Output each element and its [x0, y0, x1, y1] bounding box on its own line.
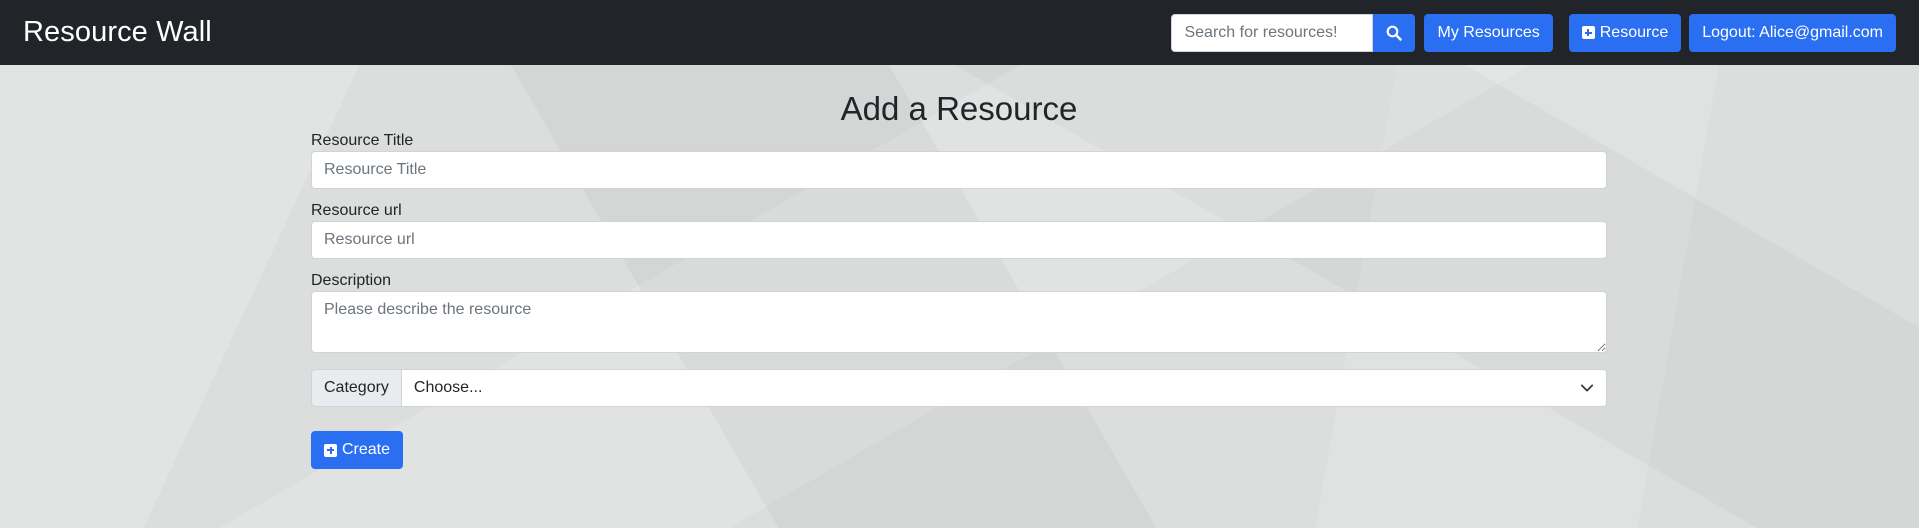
logout-label: Logout: Alice@gmail.com [1702, 23, 1883, 41]
resource-url-input[interactable] [311, 221, 1607, 259]
description-label: Description [311, 272, 392, 289]
create-button[interactable]: Create [311, 431, 404, 469]
resource-url-label: Resource url [311, 202, 402, 219]
my-resources-button[interactable]: My Resources [1424, 13, 1553, 52]
navbar: Resource Wall My Resources Resource Logo… [0, 0, 1919, 65]
category-label: Category [311, 369, 402, 407]
search-button[interactable] [1373, 13, 1416, 52]
add-resource-button[interactable]: Resource [1568, 13, 1682, 52]
navbar-actions: My Resources Resource Logout: Alice@gmai… [1171, 13, 1896, 52]
my-resources-label: My Resources [1437, 23, 1540, 41]
search-input[interactable] [1171, 13, 1374, 52]
brand-title[interactable]: Resource Wall [23, 16, 212, 49]
plus-square-icon [324, 443, 337, 457]
plus-square-icon [1581, 26, 1595, 39]
resource-title-label: Resource Title [311, 132, 414, 149]
create-button-label: Create [342, 441, 391, 458]
resource-title-input[interactable] [311, 151, 1607, 189]
category-select-group: Category Choose... [311, 369, 1607, 407]
chevron-down-icon [1580, 384, 1594, 392]
category-select[interactable]: Choose... [401, 369, 1607, 407]
add-resource-form: Add a Resource Resource Title Resource u… [311, 65, 1607, 469]
description-textarea[interactable] [311, 291, 1607, 353]
add-resource-label: Resource [1599, 23, 1669, 41]
category-selected-value: Choose... [413, 379, 483, 396]
logout-button[interactable]: Logout: Alice@gmail.com [1689, 13, 1896, 52]
search-icon [1387, 25, 1403, 41]
page-title: Add a Resource [840, 90, 1078, 127]
